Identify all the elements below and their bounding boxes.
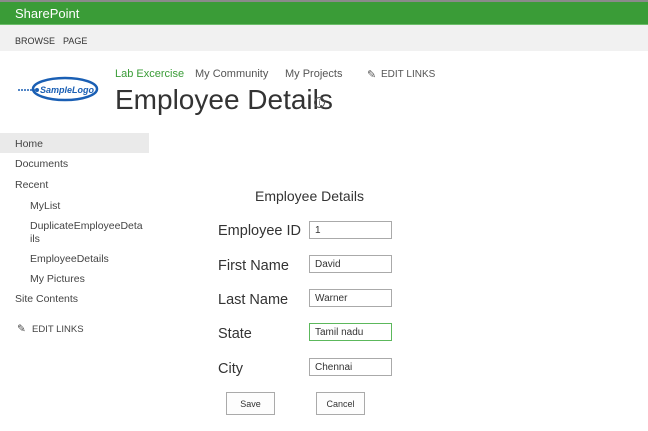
last-name-input[interactable]: [309, 289, 392, 307]
tab-page[interactable]: PAGE: [63, 36, 87, 46]
site-logo[interactable]: SampleLogo: [15, 62, 100, 112]
sidebar-edit-links[interactable]: EDIT LINKS: [32, 324, 84, 335]
nav-lab-excercise[interactable]: Lab Excercise: [115, 68, 184, 80]
label-first-name: First Name: [218, 258, 289, 274]
tab-browse[interactable]: BROWSE: [15, 36, 55, 46]
edit-links-top[interactable]: EDIT LINKS: [381, 69, 435, 80]
sidebar-item-site-contents[interactable]: Site Contents: [15, 293, 78, 305]
sidebar-item-recent[interactable]: Recent: [15, 179, 48, 191]
label-state: State: [218, 326, 252, 342]
app-title[interactable]: SharePoint: [15, 6, 79, 21]
state-input[interactable]: [309, 323, 392, 341]
nav-my-projects[interactable]: My Projects: [285, 68, 342, 80]
sidebar-item-documents[interactable]: Documents: [15, 158, 68, 170]
employee-id-input[interactable]: [309, 221, 392, 239]
sidebar-item-duplicateemployeedetails-wrap[interactable]: ils: [30, 233, 40, 245]
sidebar-item-home[interactable]: Home: [15, 138, 43, 150]
svg-text:SampleLogo: SampleLogo: [40, 85, 95, 95]
first-name-input[interactable]: [309, 255, 392, 273]
sidebar-item-mylist[interactable]: MyList: [30, 200, 60, 212]
label-city: City: [218, 361, 243, 377]
city-input[interactable]: [309, 358, 392, 376]
info-icon[interactable]: i: [314, 97, 325, 108]
ribbon: BROWSE PAGE: [0, 25, 648, 51]
form-title: Employee Details: [255, 188, 364, 204]
cancel-button[interactable]: Cancel: [316, 392, 365, 415]
page-title: Employee Details: [115, 84, 333, 115]
sidebar-item-employeedetails[interactable]: EmployeeDetails: [30, 253, 109, 265]
label-last-name: Last Name: [218, 292, 289, 308]
sidebar-item-duplicateemployeedetails[interactable]: DuplicateEmployeeDeta: [30, 220, 143, 232]
sidebar-item-my-pictures[interactable]: My Pictures: [30, 273, 85, 285]
pencil-icon: ✎: [367, 69, 377, 81]
suite-bar: SharePoint: [0, 0, 648, 25]
save-button[interactable]: Save: [226, 392, 275, 415]
label-employee-id: Employee ID: [218, 223, 302, 239]
nav-my-community[interactable]: My Community: [195, 68, 268, 80]
pencil-icon: ✎: [17, 323, 26, 335]
